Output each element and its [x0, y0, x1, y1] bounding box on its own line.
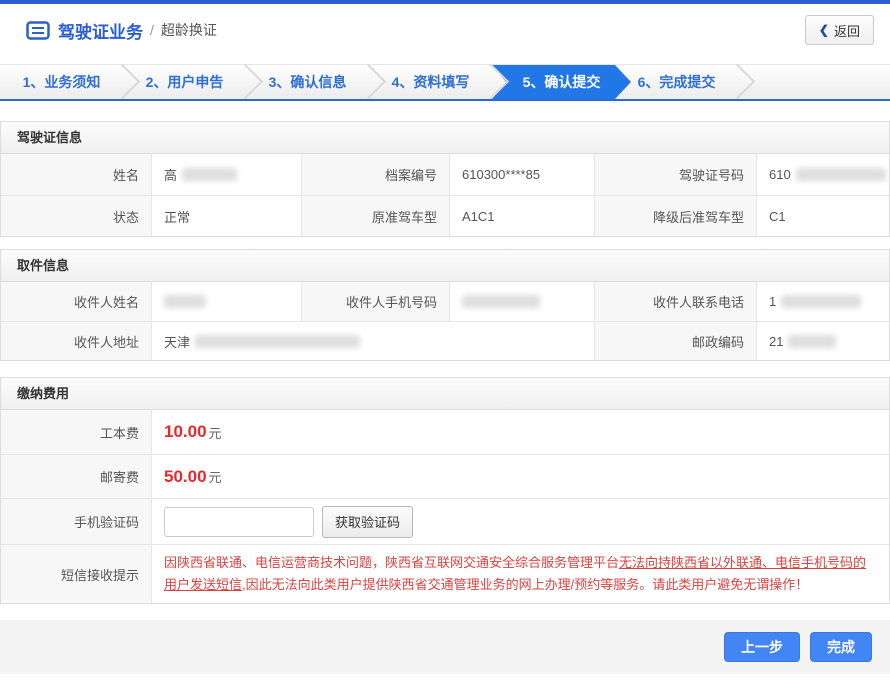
- page-subtitle: 超龄换证: [161, 20, 217, 40]
- status-label: 状态: [1, 196, 151, 236]
- recipient-phone-value: 1: [756, 282, 889, 321]
- step-business-notice[interactable]: 1、业务须知: [0, 65, 123, 99]
- table-row: 姓名 高 档案编号 610300****85 驾驶证号码 610: [1, 154, 889, 195]
- production-fee-unit: 元: [209, 423, 222, 442]
- sms-notice-value: 因陕西省联通、电信运营商技术问题，陕西省互联网交通安全综合服务管理平台无法向持陕…: [151, 545, 889, 603]
- step-fill-data[interactable]: 4、资料填写: [369, 65, 492, 99]
- step-confirm-info[interactable]: 3、确认信息: [246, 65, 369, 99]
- back-button-label: 返回: [834, 21, 860, 40]
- production-fee-value: 10.00 元: [151, 410, 889, 454]
- sms-code-input[interactable]: [164, 507, 314, 537]
- redacted-value: [164, 295, 206, 308]
- original-class-value: A1C1: [449, 196, 594, 236]
- redacted-value: [195, 335, 360, 348]
- table-row: 手机验证码 获取验证码: [1, 498, 889, 544]
- downgraded-class-value: C1: [756, 196, 889, 236]
- payment-section-title: 缴纳费用: [1, 378, 889, 410]
- file-number-label: 档案编号: [301, 154, 449, 195]
- page-title: 驾驶证业务: [58, 18, 143, 43]
- downgraded-class-label: 降级后准驾车型: [594, 196, 756, 236]
- table-row: 收件人地址 天津 邮政编码 21: [1, 321, 889, 360]
- step-finish-submit[interactable]: 6、完成提交: [615, 65, 738, 99]
- finish-button[interactable]: 完成: [810, 632, 872, 662]
- postage-fee-value: 50.00 元: [151, 455, 889, 498]
- table-row: 工本费 10.00 元: [1, 410, 889, 454]
- license-service-icon: [26, 21, 50, 40]
- get-sms-code-button[interactable]: 获取验证码: [322, 506, 413, 538]
- back-chevron-icon: ❮: [819, 23, 829, 37]
- postal-code-value: 21: [756, 322, 889, 360]
- status-value: 正常: [151, 196, 301, 236]
- redacted-value: [781, 295, 861, 308]
- page-header: 驾驶证业务 / 超龄换证 ❮ 返回: [0, 4, 890, 56]
- back-button[interactable]: ❮ 返回: [805, 15, 874, 45]
- table-row: 收件人姓名 收件人手机号码 收件人联系电话 1: [1, 282, 889, 321]
- recipient-address-value: 天津: [151, 322, 594, 360]
- payment-section: 缴纳费用 工本费 10.00 元 邮寄费 50.00 元 手机验证码 获取验证码…: [0, 377, 890, 604]
- license-number-label: 驾驶证号码: [594, 154, 756, 195]
- pickup-info-section: 取件信息 收件人姓名 收件人手机号码 收件人联系电话 1 收件人地址 天津 邮政…: [0, 249, 890, 361]
- table-row: 短信接收提示 因陕西省联通、电信运营商技术问题，陕西省互联网交通安全综合服务管理…: [1, 544, 889, 603]
- redacted-value: [462, 295, 540, 308]
- production-fee-amount: 10.00: [164, 422, 207, 442]
- wizard-steps-bar: 1、业务须知 2、用户申告 3、确认信息 4、资料填写 5、确认提交 6、完成提…: [0, 64, 890, 101]
- redacted-value: [796, 168, 886, 181]
- license-number-value: 610: [756, 154, 889, 195]
- table-row: 邮寄费 50.00 元: [1, 454, 889, 498]
- step-user-declaration[interactable]: 2、用户申告: [123, 65, 246, 99]
- recipient-address-label: 收件人地址: [1, 322, 151, 360]
- recipient-mobile-value: [449, 282, 594, 321]
- sms-notice-text: 因陕西省联通、电信运营商技术问题，陕西省互联网交通安全综合服务管理平台无法向持陕…: [152, 545, 889, 603]
- postage-fee-unit: 元: [209, 467, 222, 486]
- original-class-label: 原准驾车型: [301, 196, 449, 236]
- name-label: 姓名: [1, 154, 151, 195]
- postage-fee-label: 邮寄费: [1, 455, 151, 498]
- postage-fee-amount: 50.00: [164, 467, 207, 487]
- redacted-value: [182, 168, 237, 181]
- name-value: 高: [151, 154, 301, 195]
- recipient-name-value: [151, 282, 301, 321]
- redacted-value: [788, 335, 836, 348]
- sms-notice-label: 短信接收提示: [1, 545, 151, 603]
- recipient-mobile-label: 收件人手机号码: [301, 282, 449, 321]
- recipient-name-label: 收件人姓名: [1, 282, 151, 321]
- breadcrumb-separator: /: [150, 22, 154, 38]
- footer-action-bar: 上一步 完成: [0, 620, 890, 674]
- table-row: 状态 正常 原准驾车型 A1C1 降级后准驾车型 C1: [1, 195, 889, 236]
- production-fee-label: 工本费: [1, 410, 151, 454]
- postal-code-label: 邮政编码: [594, 322, 756, 360]
- license-info-section: 驾驶证信息 姓名 高 档案编号 610300****85 驾驶证号码 610 状…: [0, 121, 890, 237]
- previous-step-button[interactable]: 上一步: [724, 632, 800, 662]
- sms-code-row: 获取验证码: [151, 499, 889, 544]
- file-number-value: 610300****85: [449, 154, 594, 195]
- pickup-section-title: 取件信息: [1, 250, 889, 282]
- sms-code-label: 手机验证码: [1, 499, 151, 544]
- recipient-phone-label: 收件人联系电话: [594, 282, 756, 321]
- license-section-title: 驾驶证信息: [1, 122, 889, 154]
- step-confirm-submit-active[interactable]: 5、确认提交: [492, 65, 631, 99]
